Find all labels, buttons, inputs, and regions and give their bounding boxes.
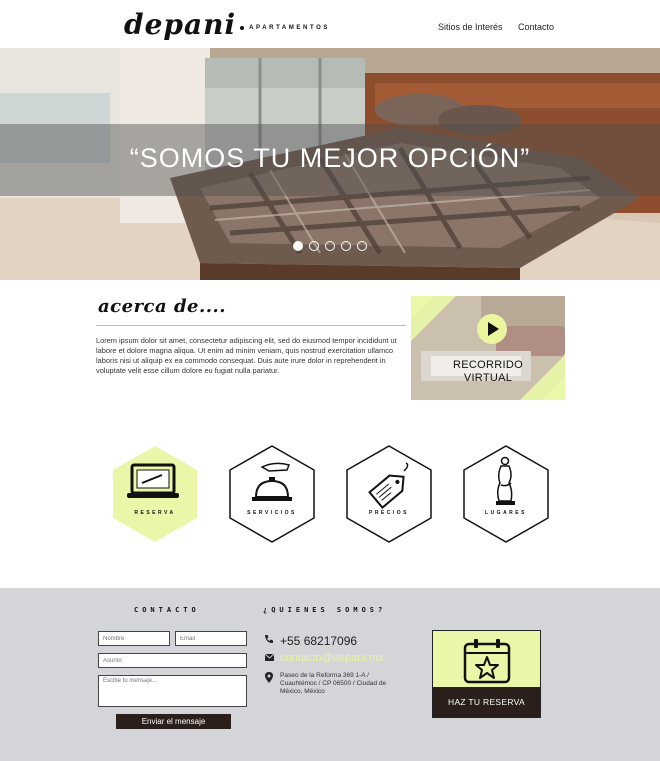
about-us-title: ¿QUIENES SOMOS?	[263, 606, 387, 614]
slider-dot-1[interactable]	[293, 241, 303, 251]
logo-text: depani	[124, 8, 237, 41]
nav-sitios-de-interes[interactable]: Sitios de Interés	[438, 22, 503, 32]
logo-dot	[240, 25, 245, 30]
mail-icon	[263, 652, 275, 661]
virtual-tour-label-line1: RECORRIDO	[453, 359, 523, 371]
virtual-tour-label-line2: VIRTUAL	[463, 372, 513, 384]
message-textarea[interactable]	[98, 675, 247, 707]
reservation-button[interactable]: HAZ TU RESERVA	[433, 687, 540, 717]
slider-dot-3[interactable]	[325, 241, 335, 251]
statue-icon	[463, 445, 549, 543]
service-label-reserva: RESERVA	[134, 510, 176, 516]
service-label-servicios: SERVICIOS	[247, 510, 297, 516]
reservation-card[interactable]: HAZ TU RESERVA	[432, 630, 541, 718]
nav-contacto[interactable]: Contacto	[518, 22, 554, 32]
slider-dots	[293, 241, 367, 251]
about-divider	[96, 325, 406, 326]
laptop-icon	[113, 446, 197, 542]
service-precios[interactable]: PRECIOS	[346, 445, 432, 543]
slider-dot-4[interactable]	[341, 241, 351, 251]
about-title: acerca de....	[98, 296, 227, 317]
email-input[interactable]	[175, 631, 247, 646]
location-pin-icon	[263, 672, 275, 683]
contact-title: CONTACTO	[134, 606, 200, 614]
about-text: Lorem ipsum dolor sit amet, consectetur …	[96, 336, 397, 375]
slider-dot-5[interactable]	[357, 241, 367, 251]
name-input[interactable]	[98, 631, 170, 646]
play-icon[interactable]	[477, 314, 507, 344]
hero-title: “SOMOS TU MEJOR OPCIÓN”	[129, 143, 531, 173]
slider-dot-2[interactable]	[309, 241, 319, 251]
contact-address: Paseo de la Reforma 369 1-A / Cuauhtémoc…	[280, 672, 387, 695]
virtual-tour-label: RECORRIDO VIRTUAL	[411, 359, 565, 385]
send-message-button[interactable]: Enviar el mensaje	[116, 714, 231, 729]
calendar-star-icon	[463, 639, 511, 684]
contact-email[interactable]: contacto@depani.mx	[280, 652, 384, 664]
hero-slider[interactable]: “SOMOS TU MEJOR OPCIÓN”	[0, 48, 660, 280]
logo-subtitle: APARTAMENTOS	[249, 24, 330, 31]
contact-phone-row: +55 68217096	[263, 634, 357, 648]
service-servicios[interactable]: SERVICIOS	[229, 445, 315, 543]
service-label-precios: PRECIOS	[368, 510, 409, 516]
service-reserva[interactable]: RESERVA	[112, 445, 198, 543]
logo[interactable]: depani APARTAMENTOS	[124, 8, 330, 41]
service-label-lugares: LUGARES	[485, 510, 527, 516]
subject-input[interactable]	[98, 653, 247, 668]
service-bell-icon	[229, 445, 315, 543]
contact-address-row: Paseo de la Reforma 369 1-A / Cuauhtémoc…	[263, 672, 405, 696]
phone-icon	[263, 634, 275, 644]
price-tag-icon	[346, 445, 432, 543]
contact-phone[interactable]: +55 68217096	[280, 634, 357, 648]
service-lugares[interactable]: LUGARES	[463, 445, 549, 543]
header: depani APARTAMENTOS Sitios de Interés Co…	[0, 0, 660, 48]
contact-email-row: contacto@depani.mx	[263, 652, 384, 664]
virtual-tour-card[interactable]: RECORRIDO VIRTUAL	[411, 296, 565, 400]
